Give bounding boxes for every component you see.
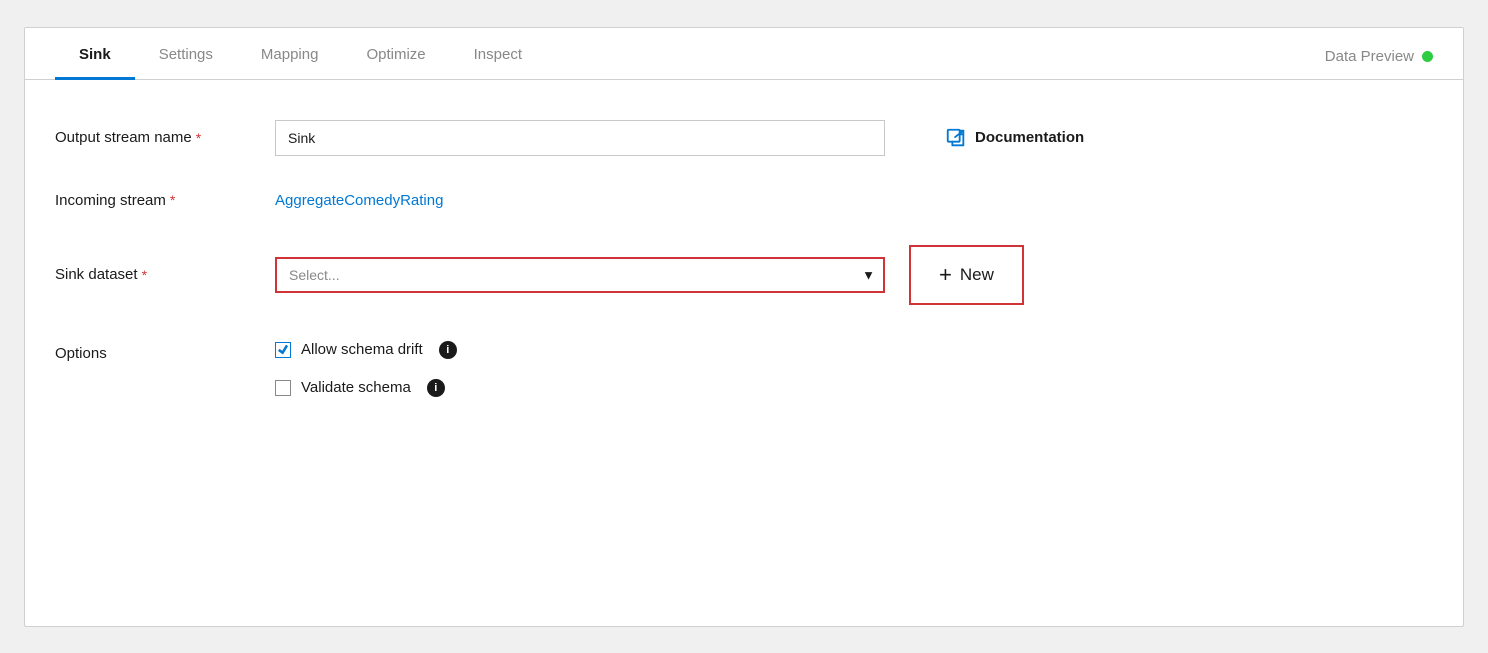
- allow-schema-drift-info-icon[interactable]: i: [439, 341, 457, 359]
- output-stream-input[interactable]: [275, 120, 885, 156]
- output-stream-row: Output stream name * Documentation: [55, 120, 1433, 156]
- external-link-icon: [945, 127, 967, 149]
- sink-dataset-select[interactable]: Select...: [275, 257, 885, 293]
- tab-inspect[interactable]: Inspect: [450, 28, 546, 80]
- allow-schema-drift-label: Allow schema drift: [301, 341, 423, 358]
- validate-schema-row: Validate schema i: [275, 379, 457, 397]
- output-stream-required: *: [196, 130, 201, 146]
- tab-data-preview[interactable]: Data Preview: [1325, 30, 1433, 79]
- incoming-stream-control: AggregateComedyRating: [275, 192, 1433, 209]
- output-stream-control: Documentation: [275, 120, 1433, 156]
- validate-schema-checkbox[interactable]: [275, 380, 291, 396]
- allow-schema-drift-checkbox[interactable]: [275, 342, 291, 358]
- validate-schema-wrapper: Validate schema: [275, 379, 411, 396]
- incoming-stream-row: Incoming stream * AggregateComedyRating: [55, 192, 1433, 209]
- tab-mapping[interactable]: Mapping: [237, 28, 343, 80]
- validate-schema-info-icon[interactable]: i: [427, 379, 445, 397]
- incoming-stream-label: Incoming stream *: [55, 192, 275, 209]
- data-preview-status-dot: [1422, 51, 1433, 62]
- plus-icon: +: [939, 264, 952, 286]
- form-content: Output stream name * Documentation: [25, 80, 1463, 473]
- options-row: Options Allow schema drift i: [55, 341, 1433, 397]
- tab-optimize[interactable]: Optimize: [342, 28, 449, 80]
- incoming-stream-required: *: [170, 192, 175, 208]
- allow-schema-drift-row: Allow schema drift i: [275, 341, 457, 359]
- incoming-stream-link[interactable]: AggregateComedyRating: [275, 192, 443, 209]
- validate-schema-label: Validate schema: [301, 379, 411, 396]
- new-dataset-button[interactable]: + New: [909, 245, 1024, 305]
- new-button-label: New: [960, 265, 994, 285]
- sink-dataset-label: Sink dataset *: [55, 266, 275, 283]
- sink-dataset-dropdown-wrapper: Select... ▼: [275, 257, 885, 293]
- allow-schema-drift-wrapper: Allow schema drift: [275, 341, 423, 358]
- documentation-area: Documentation: [945, 127, 1084, 149]
- sink-dataset-required: *: [142, 267, 147, 283]
- options-label: Options: [55, 341, 275, 362]
- options-control: Allow schema drift i Validate schema i: [275, 341, 1433, 397]
- tab-settings[interactable]: Settings: [135, 28, 237, 80]
- documentation-link[interactable]: Documentation: [975, 129, 1084, 146]
- sink-dataset-control: Select... ▼ + New: [275, 245, 1433, 305]
- options-area: Allow schema drift i Validate schema i: [275, 341, 457, 397]
- main-container: Sink Settings Mapping Optimize Inspect D…: [24, 27, 1464, 627]
- tab-sink[interactable]: Sink: [55, 28, 135, 80]
- tab-bar: Sink Settings Mapping Optimize Inspect D…: [25, 28, 1463, 80]
- output-stream-label: Output stream name *: [55, 129, 275, 146]
- sink-dataset-row: Sink dataset * Select... ▼ + New: [55, 245, 1433, 305]
